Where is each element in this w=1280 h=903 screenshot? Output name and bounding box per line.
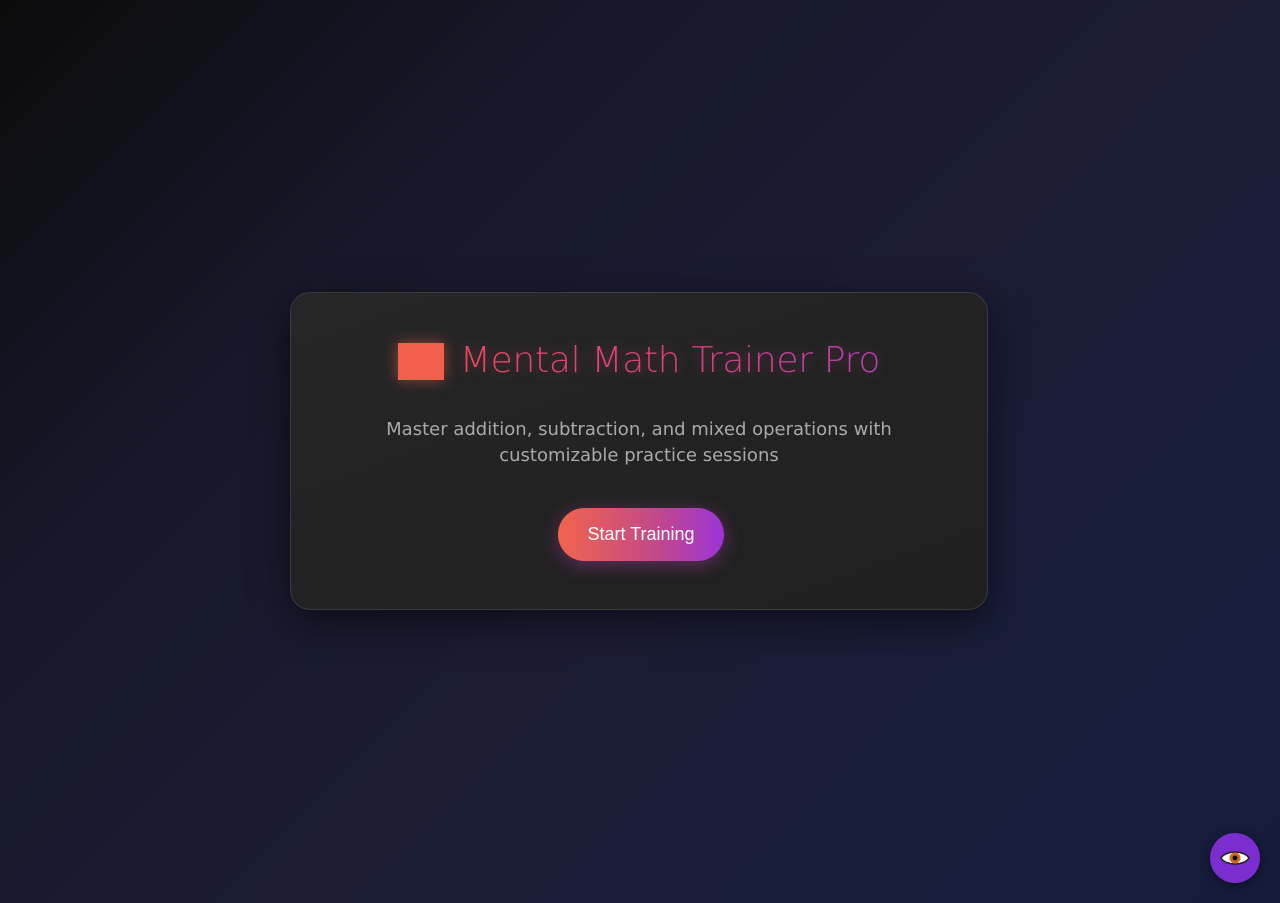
- eye-icon: [1220, 851, 1250, 865]
- orange-square-icon: [397, 342, 444, 380]
- start-training-button[interactable]: Start Training: [558, 508, 724, 561]
- app-subtitle: Master addition, subtraction, and mixed …: [386, 419, 892, 466]
- welcome-card: Mental Math Trainer Pro Master addition,…: [290, 292, 988, 610]
- app-title: Mental Math Trainer Pro: [459, 340, 881, 381]
- view-toggle-button[interactable]: [1210, 833, 1260, 883]
- page: { "card": { "title": "Mental Math Traine…: [0, 0, 1280, 903]
- title-row: Mental Math Trainer Pro: [291, 333, 987, 389]
